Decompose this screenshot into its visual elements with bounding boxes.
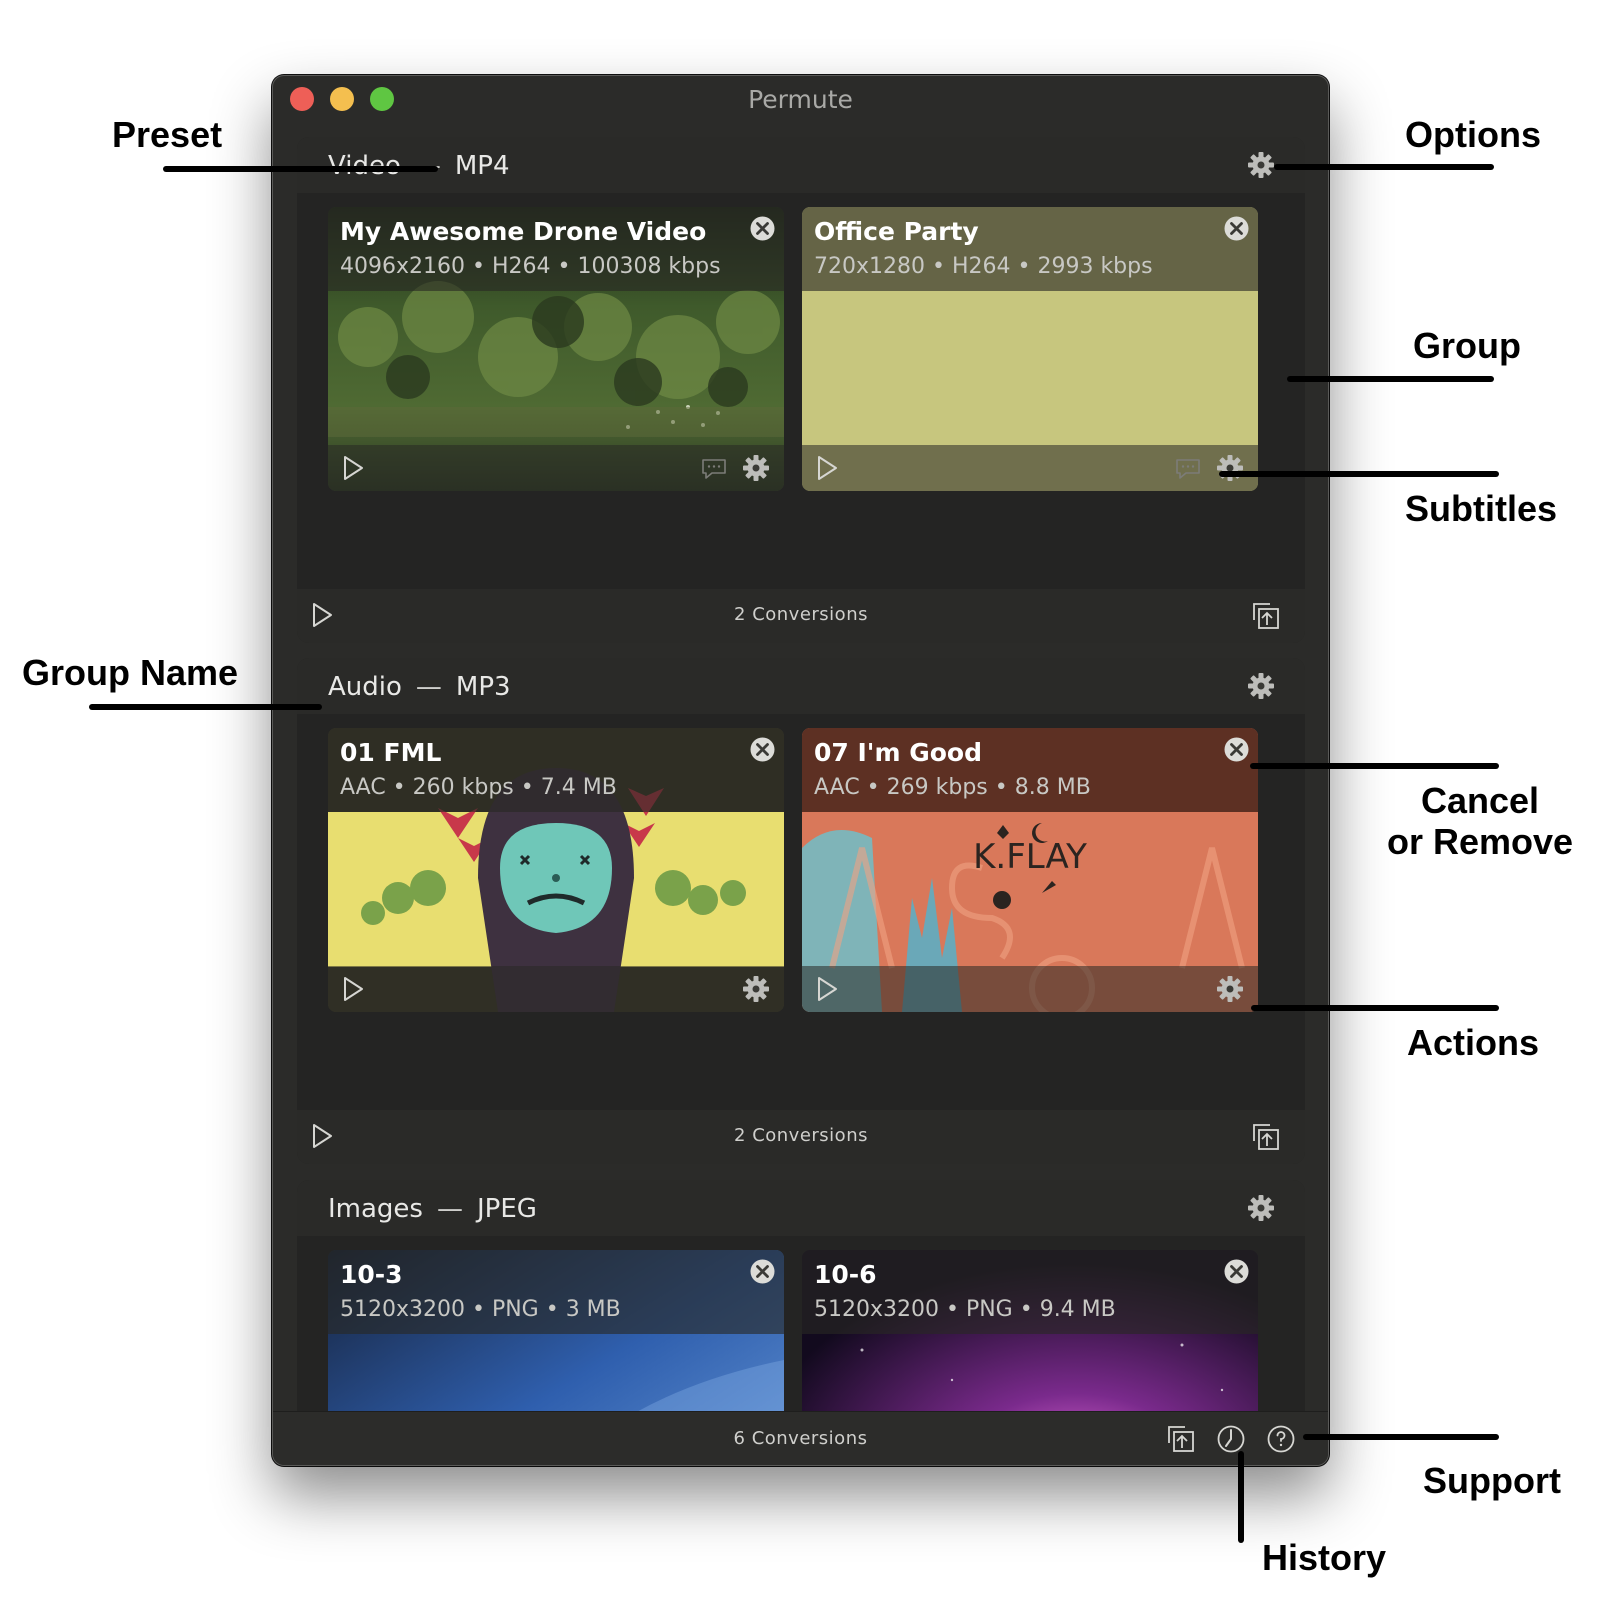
remove-item-close-icon[interactable] <box>749 736 776 763</box>
group-name[interactable]: Images — JPEG <box>328 1194 537 1224</box>
annotation-history: History <box>1262 1537 1387 1578</box>
item-meta: AAC • 260 kbps • 7.4 MB <box>340 775 617 800</box>
item-title: 10-3 <box>340 1260 403 1289</box>
subtitles-icon[interactable] <box>1174 457 1202 481</box>
media-item-card[interactable]: K.FLAY 07 I'm Good AAC • 269 kbps • 8.8 … <box>802 728 1258 1012</box>
preset-label[interactable]: MP4 <box>455 151 510 181</box>
card-actions-bar <box>328 966 784 1012</box>
remove-item-close-icon[interactable] <box>749 215 776 242</box>
history-icon[interactable] <box>1216 1424 1246 1454</box>
annotation-subtitles: Subtitles <box>1405 488 1558 529</box>
play-icon[interactable] <box>342 455 364 481</box>
window-title: Permute <box>748 85 853 114</box>
play-icon[interactable] <box>816 976 838 1002</box>
actions-gear-icon[interactable] <box>1216 454 1244 482</box>
annotation-leader-line <box>1238 1451 1244 1543</box>
annotation-options: Options <box>1405 114 1541 155</box>
preset-label[interactable]: MP3 <box>456 672 511 702</box>
annotation-group: Group <box>1413 325 1521 366</box>
actions-gear-icon[interactable] <box>1216 975 1244 1003</box>
remove-item-close-icon[interactable] <box>1223 736 1250 763</box>
annotation-leader-line <box>1303 1434 1499 1440</box>
album-cover-text: K.FLAY <box>973 837 1087 877</box>
remove-item-close-icon[interactable] <box>749 1258 776 1285</box>
remove-item-close-icon[interactable] <box>1223 1258 1250 1285</box>
media-item-card[interactable]: 01 FML AAC • 260 kbps • 7.4 MB <box>328 728 784 1012</box>
group-separator: — <box>436 1194 463 1224</box>
annotation-leader-line <box>1251 1005 1499 1011</box>
annotation-support: Support <box>1423 1460 1561 1501</box>
media-item-card[interactable]: My Awesome Drone Video 4096x2160 • H264 … <box>328 207 784 491</box>
actions-gear-icon[interactable] <box>742 975 770 1003</box>
annotation-leader-line <box>1250 763 1499 769</box>
permute-window: Permute Video—MP4 <box>272 75 1329 1466</box>
play-icon[interactable] <box>816 455 838 481</box>
subtitles-icon[interactable] <box>700 457 728 481</box>
play-icon[interactable] <box>342 976 364 1002</box>
item-title: 01 FML <box>340 738 442 767</box>
bottom-bar: 6 Conversions <box>273 1411 1328 1465</box>
group-separator: — <box>415 672 442 702</box>
annotation-leader-line <box>89 704 322 710</box>
annotation-leader-line <box>1287 376 1494 382</box>
annotation-cancel-or-remove: Cancel or Remove <box>1380 780 1580 863</box>
annotation-cancel-line2: or Remove <box>1386 821 1574 863</box>
title-bar: Permute <box>273 76 1328 128</box>
conversion-list: Video—MP4 <box>273 128 1328 1465</box>
group-footer: 2 Conversions <box>297 589 1305 643</box>
item-meta: 4096x2160 • H264 • 100308 kbps <box>340 254 721 279</box>
options-gear-icon[interactable] <box>1247 1194 1275 1222</box>
group-name-label: Audio <box>328 672 402 702</box>
group-footer: 2 Conversions <box>297 1110 1305 1164</box>
item-meta: 720x1280 • H264 • 2993 kbps <box>814 254 1153 279</box>
group-name-label: Images <box>328 1194 423 1224</box>
item-title: Office Party <box>814 217 979 246</box>
group-conversion-count: 2 Conversions <box>734 1125 868 1146</box>
actions-gear-icon[interactable] <box>742 454 770 482</box>
group-video[interactable]: Video—MP4 <box>297 137 1305 643</box>
item-title: My Awesome Drone Video <box>340 217 707 246</box>
annotation-cancel-line1: Cancel <box>1420 780 1540 821</box>
media-item-card[interactable]: Office Party 720x1280 • H264 • 2993 kbps <box>802 207 1258 491</box>
group-header: Video—MP4 <box>297 137 1305 193</box>
annotation-group-name: Group Name <box>22 652 239 693</box>
item-meta: 5120x3200 • PNG • 3 MB <box>340 1297 621 1322</box>
group-audio[interactable]: Audio — MP3 01 FML AAC • 260 kbps • 7.4 … <box>297 658 1305 1164</box>
export-icon[interactable] <box>1166 1424 1196 1454</box>
remove-item-close-icon[interactable] <box>1223 215 1250 242</box>
group-header: Audio — MP3 <box>297 658 1305 714</box>
group-conversion-count: 2 Conversions <box>734 604 868 625</box>
item-meta: AAC • 269 kbps • 8.8 MB <box>814 775 1091 800</box>
preset-label[interactable]: JPEG <box>477 1194 537 1224</box>
annotation-actions: Actions <box>1407 1022 1540 1063</box>
group-name[interactable]: Audio — MP3 <box>328 672 511 702</box>
group-header: Images — JPEG <box>297 1180 1305 1236</box>
options-gear-icon[interactable] <box>1247 672 1275 700</box>
annotation-leader-line <box>1274 164 1494 170</box>
export-icon[interactable] <box>1251 1122 1281 1152</box>
item-meta: 5120x3200 • PNG • 9.4 MB <box>814 1297 1116 1322</box>
annotation-leader-line <box>163 166 438 172</box>
card-actions-bar <box>802 966 1258 1012</box>
item-title: 07 I'm Good <box>814 738 982 767</box>
annotation-preset: Preset <box>112 114 223 155</box>
options-gear-icon[interactable] <box>1247 151 1275 179</box>
annotation-leader-line <box>1219 471 1499 477</box>
export-icon[interactable] <box>1251 601 1281 631</box>
item-title: 10-6 <box>814 1260 877 1289</box>
support-icon[interactable] <box>1266 1424 1296 1454</box>
